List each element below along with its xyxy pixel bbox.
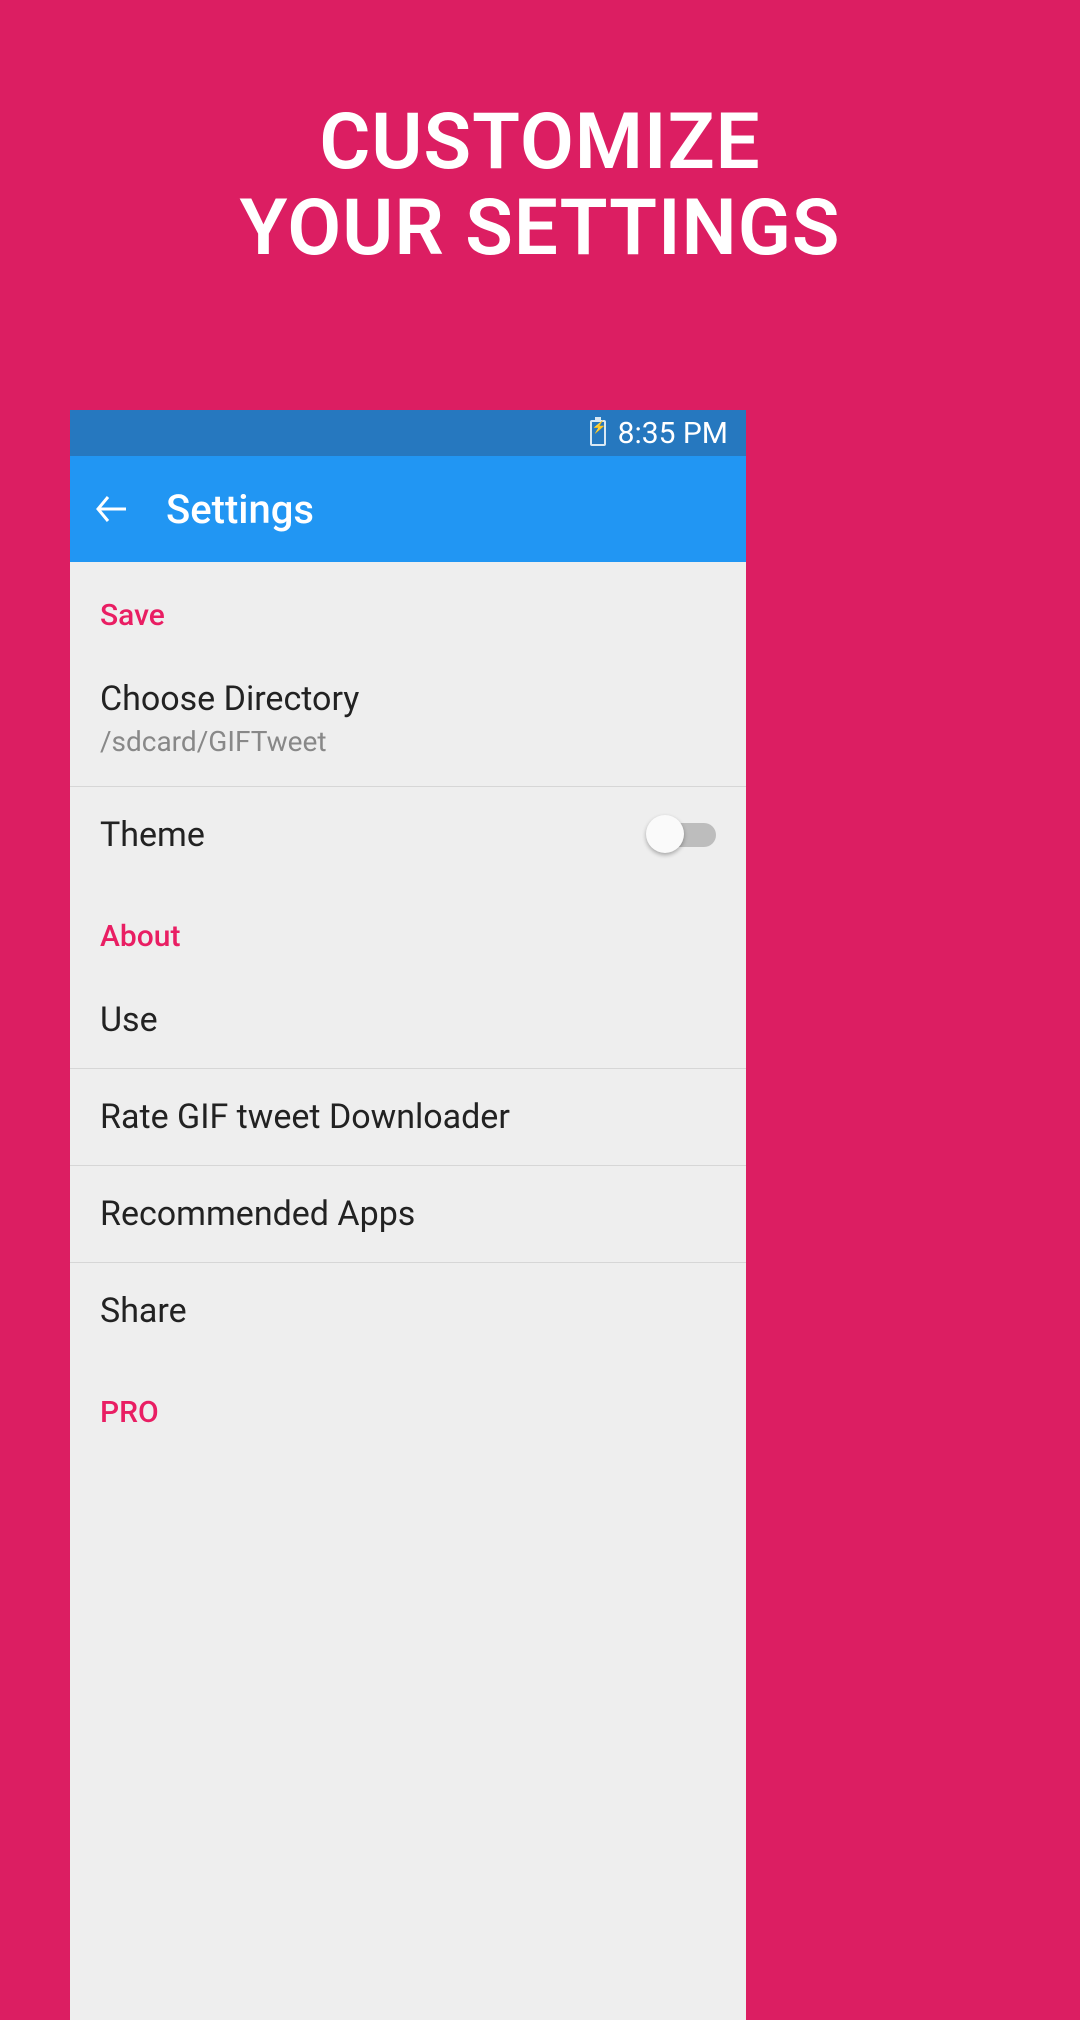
- battery-charging-icon: [590, 420, 606, 446]
- theme-toggle[interactable]: [652, 823, 716, 847]
- back-arrow-icon[interactable]: [94, 491, 130, 527]
- app-bar: Settings: [70, 456, 746, 562]
- section-header-about: About: [70, 883, 746, 972]
- toggle-knob: [646, 815, 684, 853]
- status-bar: 8:35 PM: [70, 410, 746, 456]
- row-theme[interactable]: Theme: [70, 787, 746, 883]
- device-frame: 8:35 PM Settings Save Choose Directory /…: [70, 410, 746, 2020]
- row-share[interactable]: Share: [70, 1263, 746, 1359]
- row-choose-directory[interactable]: Choose Directory /sdcard/GIFTweet: [70, 651, 746, 787]
- promo-headline: CUSTOMIZE YOUR SETTINGS: [0, 100, 1080, 272]
- promo-line1: CUSTOMIZE: [0, 100, 1080, 186]
- use-label: Use: [100, 1000, 158, 1040]
- row-use[interactable]: Use: [70, 972, 746, 1069]
- page-title: Settings: [166, 486, 314, 533]
- row-recommended[interactable]: Recommended Apps: [70, 1166, 746, 1263]
- section-header-save: Save: [70, 562, 746, 651]
- row-rate[interactable]: Rate GIF tweet Downloader: [70, 1069, 746, 1166]
- theme-title: Theme: [100, 815, 652, 855]
- choose-directory-subtitle: /sdcard/GIFTweet: [100, 725, 716, 758]
- rate-label: Rate GIF tweet Downloader: [100, 1097, 510, 1137]
- recommended-label: Recommended Apps: [100, 1194, 415, 1234]
- status-time: 8:35 PM: [618, 416, 728, 451]
- promo-line2: YOUR SETTINGS: [0, 186, 1080, 272]
- share-label: Share: [100, 1291, 187, 1331]
- settings-list: Save Choose Directory /sdcard/GIFTweet T…: [70, 562, 746, 1448]
- choose-directory-title: Choose Directory: [100, 679, 716, 719]
- section-header-pro: PRO: [70, 1359, 746, 1448]
